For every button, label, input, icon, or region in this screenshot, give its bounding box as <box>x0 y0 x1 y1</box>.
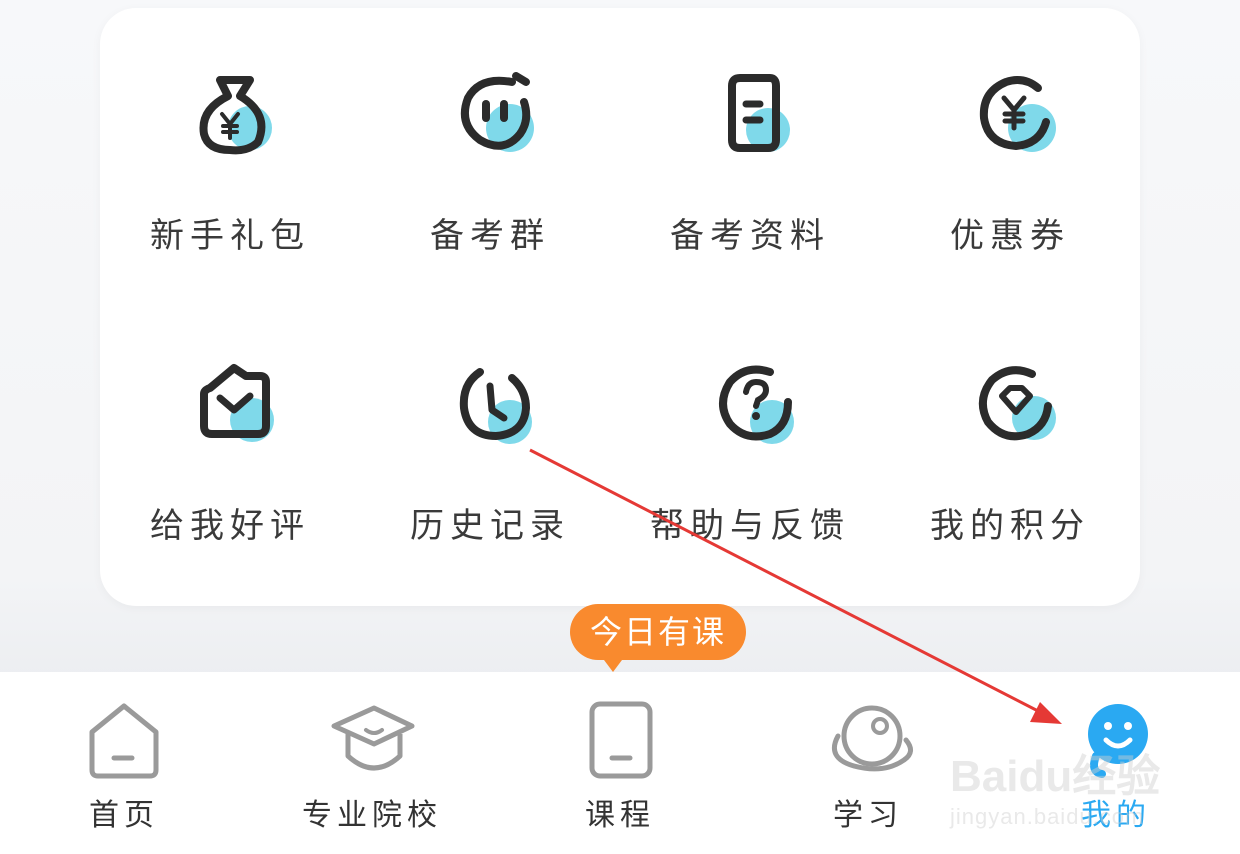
baidu-watermark: Baidu经验 jingyan.baidu.com <box>950 740 1180 830</box>
menu-item-label: 我的积分 <box>930 506 1090 546</box>
menu-item-coupons[interactable]: 优惠券 <box>890 8 1130 256</box>
help-icon <box>719 365 794 444</box>
tab-courses[interactable]: 课程 <box>496 672 744 854</box>
menu-item-label: 给我好评 <box>150 506 310 546</box>
history-clock-icon <box>459 368 532 444</box>
menu-item-history[interactable]: 历史记录 <box>370 298 610 546</box>
graduation-cap-icon <box>331 705 415 771</box>
coupon-icon <box>979 76 1056 152</box>
menu-item-rate-us[interactable]: 给我好评 <box>110 298 350 546</box>
document-icon <box>728 74 790 152</box>
badge-pointer <box>601 656 625 672</box>
menu-item-label: 新手礼包 <box>150 216 310 256</box>
tab-label: 专业院校 <box>302 798 442 833</box>
watermark-main: Baidu经验 <box>950 752 1161 801</box>
gift-bag-icon <box>199 76 272 155</box>
today-class-badge[interactable]: 今日有课 <box>570 604 746 660</box>
envelope-rating-icon <box>200 364 274 442</box>
menu-item-label: 帮助与反馈 <box>650 506 850 546</box>
menu-item-my-points[interactable]: 我的积分 <box>890 298 1130 546</box>
menu-item-label: 历史记录 <box>410 506 570 546</box>
tab-label: 首页 <box>89 798 159 833</box>
tab-home[interactable]: 首页 <box>0 672 248 854</box>
menu-item-gift-pack[interactable]: 新手礼包 <box>110 8 350 256</box>
menu-item-label: 备考群 <box>430 216 550 256</box>
course-icon <box>589 701 653 779</box>
study-planet-icon <box>832 705 913 772</box>
points-diamond-icon <box>978 366 1056 441</box>
tab-majors-colleges[interactable]: 专业院校 <box>248 672 496 854</box>
services-card: 新手礼包 备考群 备考资料 优惠券 给我好评 历史记录 帮助与反馈 我的积分 <box>100 8 1140 606</box>
home-icon <box>89 703 159 779</box>
menu-item-label: 优惠券 <box>950 216 1070 256</box>
watermark-sub: jingyan.baidu.com <box>950 804 1145 829</box>
chat-group-icon <box>461 72 534 152</box>
menu-item-help-feedback[interactable]: 帮助与反馈 <box>630 298 870 546</box>
menu-item-study-group[interactable]: 备考群 <box>370 8 610 256</box>
menu-item-study-materials[interactable]: 备考资料 <box>630 8 870 256</box>
menu-item-label: 备考资料 <box>670 216 830 256</box>
tab-label: 课程 <box>585 798 655 833</box>
